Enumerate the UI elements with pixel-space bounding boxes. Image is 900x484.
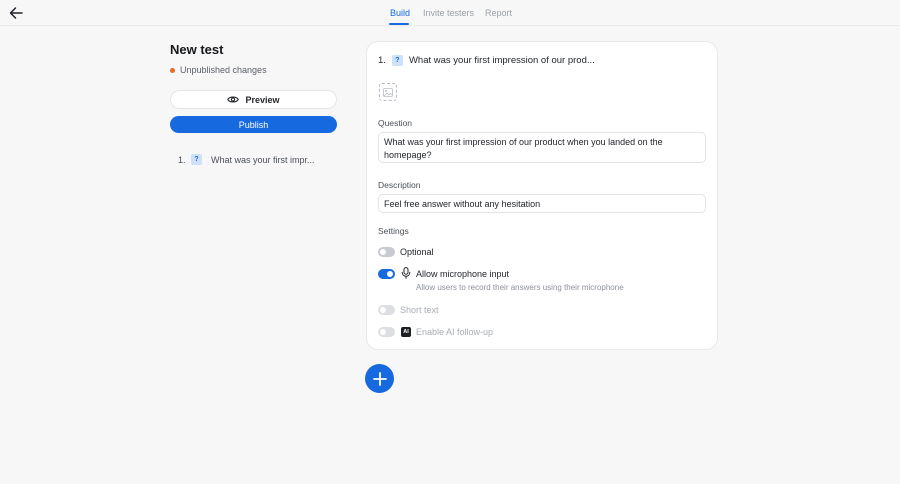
question-heading-text: What was your first impression of our pr… [408,55,595,66]
question-title: What was your first impr... [211,154,315,165]
ai-followup-toggle[interactable] [378,327,395,337]
add-image-button[interactable] [379,83,397,101]
question-number: 1. [378,55,386,66]
tab-report[interactable]: Report [485,8,512,18]
question-type-icon: ? [191,154,202,165]
microphone-toggle[interactable] [378,269,395,279]
microphone-icon [401,267,411,279]
image-placeholder-icon [383,87,393,97]
question-number: 1. [178,154,186,165]
question-label: Question [378,118,413,128]
active-tab-indicator [389,23,409,25]
question-type-icon: ? [391,55,403,66]
ai-icon: AI [401,327,411,337]
tab-invite-testers[interactable]: Invite testers [423,8,474,18]
eye-icon [227,96,240,103]
preview-label: Preview [245,94,280,105]
preview-button[interactable]: Preview [170,90,337,109]
question-card-heading: 1. ? What was your first impression of o… [378,55,595,66]
page-title: New test [170,42,224,57]
ai-followup-label: Enable AI follow-up [416,327,494,337]
description-input[interactable]: Feel free answer without any hesitation [378,194,706,213]
question-card: 1. ? What was your first impression of o… [366,41,718,350]
add-question-button[interactable] [365,364,394,393]
microphone-label: Allow microphone input [416,269,510,279]
tab-build[interactable]: Build [390,8,410,18]
optional-toggle[interactable] [378,247,395,257]
microphone-description: Allow users to record their answers usin… [416,283,624,292]
optional-label: Optional [400,247,434,257]
short-text-toggle[interactable] [378,305,395,315]
sidebar-question-item[interactable]: 1. ? What was your first impr... [178,153,328,166]
status-dot [170,67,175,73]
top-bar: Build Invite testers Report [0,0,900,26]
settings-label: Settings [378,226,409,236]
status-text: Unpublished changes [180,65,267,75]
plus-icon [372,371,387,386]
question-input[interactable]: What was your first impression of our pr… [378,132,706,163]
description-label: Description [378,180,421,190]
status-indicator: Unpublished changes [170,65,267,75]
short-text-label: Short text [400,305,439,315]
tab-bar: Build Invite testers Report [0,0,900,26]
publish-button[interactable]: Publish [170,116,337,133]
